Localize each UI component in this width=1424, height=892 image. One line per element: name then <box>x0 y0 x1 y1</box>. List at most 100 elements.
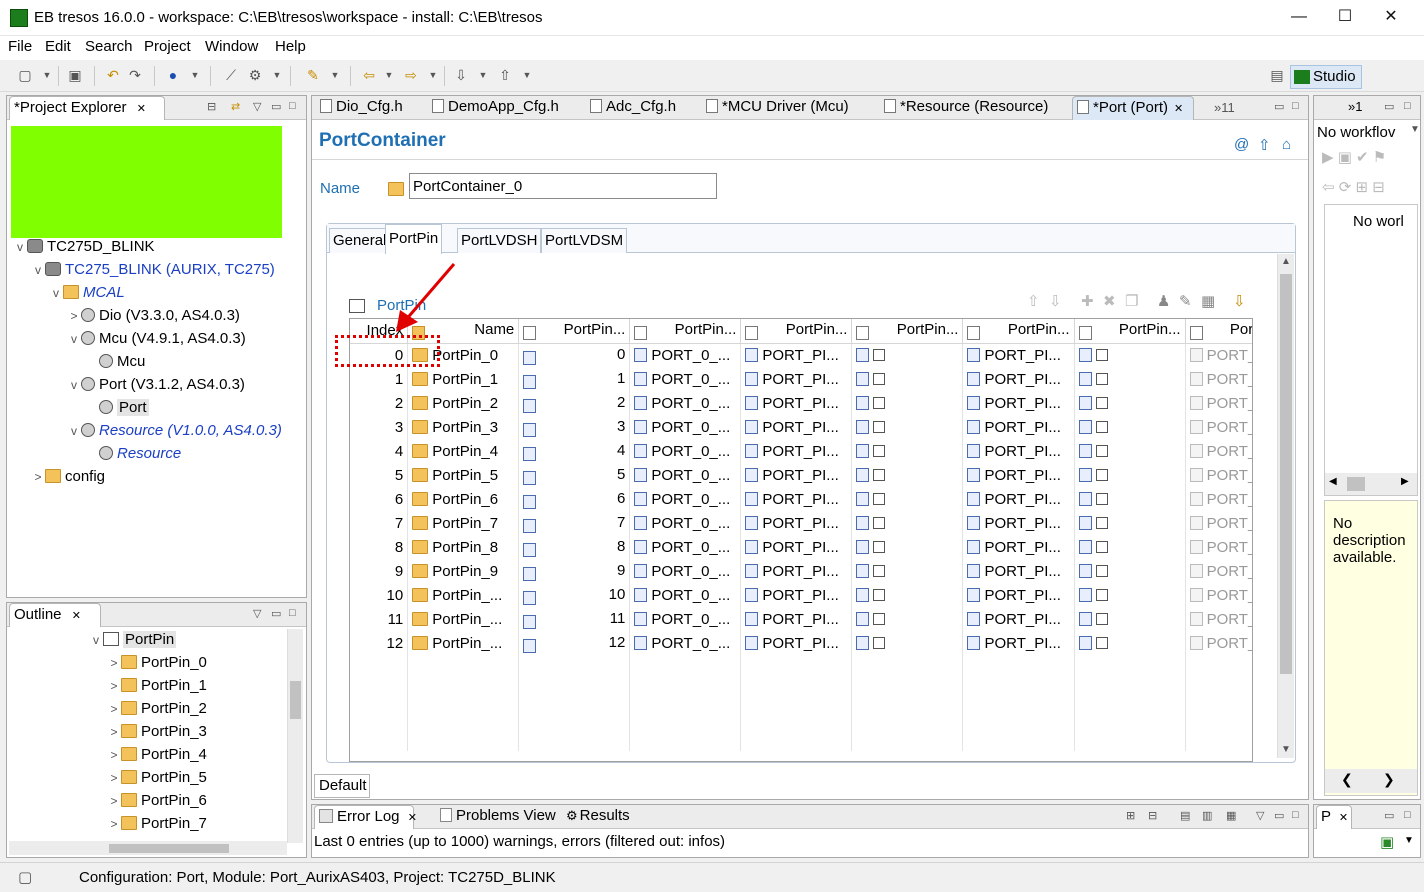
port-pi-cell[interactable]: PORT_PI... <box>962 439 1075 463</box>
pin-number-cell[interactable]: 2 <box>518 391 631 415</box>
maximize-view-icon[interactable]: □ <box>1292 100 1299 112</box>
minimize-view-icon[interactable]: ▭ <box>271 607 281 620</box>
port-pi-cell[interactable]: PORT_PI... <box>740 343 853 367</box>
port-cell[interactable]: PORT_0_... <box>629 343 742 367</box>
table-row[interactable]: 11 PortPin_... 11 PORT_0_... PORT_PI... PORT_… <box>350 607 1252 631</box>
port-pi-cell[interactable]: PORT_PI... <box>740 559 853 583</box>
link-editor-icon[interactable]: ⇄ <box>231 100 240 113</box>
tree-item[interactable]: > Dio (V3.3.0, AS4.0.3) <box>67 305 239 327</box>
port-pi-cell[interactable]: PORT_PI... <box>740 583 853 607</box>
maximize-button[interactable]: ☐ <box>1322 0 1368 34</box>
tree-item[interactable]: v Resource (V1.0.0, AS4.0.3) <box>67 420 282 442</box>
checkbox[interactable] <box>873 468 886 481</box>
tree-item[interactable]: v Mcu (V4.9.1, AS4.0.3) <box>67 328 246 350</box>
port-cell[interactable]: PORT_0_... <box>629 391 742 415</box>
dropdown-icon[interactable]: ▼ <box>380 66 398 84</box>
port-pi-cell[interactable]: PORT_PI... <box>740 463 853 487</box>
port-pi-cell[interactable]: PORT_PI... <box>740 535 853 559</box>
outline-item[interactable]: > PortPin_1 <box>107 675 206 697</box>
dropdown-icon[interactable]: ▼ <box>1410 124 1420 135</box>
wand-icon[interactable]: ⟋ <box>222 66 240 84</box>
outline-root[interactable]: v PortPin <box>89 629 177 651</box>
name-cell[interactable]: PortPin_... <box>407 607 520 631</box>
forward-arrow-icon[interactable]: ⇨ <box>402 66 420 84</box>
expanded-chevron-icon[interactable]: v <box>67 328 81 350</box>
pin-number-cell[interactable]: 9 <box>518 559 631 583</box>
expanded-chevron-icon[interactable]: v <box>31 259 45 281</box>
table-row[interactable]: 3 PortPin_3 3 PORT_0_... PORT_PI... PORT_PI..… <box>350 415 1252 439</box>
collapsed-chevron-icon[interactable]: > <box>67 305 81 327</box>
globe-icon[interactable]: ● <box>164 66 182 84</box>
bool-cell[interactable] <box>851 343 964 367</box>
view-menu-icon[interactable]: ▽ <box>253 607 261 620</box>
tree-item[interactable]: Port <box>85 397 149 419</box>
checkbox[interactable] <box>873 396 886 409</box>
tab-error-log[interactable]: Error Log ✕ <box>314 805 417 829</box>
user-icon[interactable]: ♟ <box>1157 292 1170 310</box>
nav-icons[interactable]: ⇦ ⟳ ⊞ ⊟ <box>1322 178 1385 196</box>
checkbox[interactable] <box>1095 564 1108 577</box>
collapse-all-icon[interactable]: ⊟ <box>207 100 216 113</box>
close-icon[interactable]: ✕ <box>1174 103 1183 115</box>
tab-overflow-right[interactable]: »1 <box>1344 96 1362 120</box>
workflow-hscrollbar[interactable]: ◀ ▶ <box>1325 473 1417 495</box>
table-row[interactable]: 4 PortPin_4 4 PORT_0_... PORT_PI... PORT_PI..… <box>350 439 1252 463</box>
pin-number-cell[interactable]: 7 <box>518 511 631 535</box>
dropdown-icon[interactable]: ▼ <box>1404 835 1414 846</box>
menu-search[interactable]: Search <box>85 38 133 55</box>
table-row[interactable]: 10 PortPin_... 10 PORT_0_... PORT_PI... PORT_… <box>350 583 1252 607</box>
outline-item[interactable]: > PortPin_7 <box>107 813 206 835</box>
home-icon[interactable]: ⌂ <box>1282 136 1291 153</box>
checkbox[interactable] <box>1095 468 1108 481</box>
checkbox[interactable] <box>873 516 886 529</box>
description-hscrollbar[interactable]: ❮ ❯ <box>1325 769 1417 793</box>
name-cell[interactable]: PortPin_6 <box>407 487 520 511</box>
port-pi-cell[interactable]: PORT_PI... <box>962 583 1075 607</box>
expanded-chevron-icon[interactable]: v <box>13 236 27 258</box>
pin-number-cell[interactable]: 5 <box>518 463 631 487</box>
editor-tab[interactable]: Dio_Cfg.h <box>316 96 403 120</box>
tree-item[interactable]: v TC275D_BLINK <box>13 236 155 258</box>
subtab-portpin[interactable]: PortPin <box>385 224 443 254</box>
port-pi-cell[interactable]: PORT_PI... <box>740 439 853 463</box>
table-row[interactable]: 0 PortPin_0 0 PORT_0_... PORT_PI... PORT_PI..… <box>350 343 1252 367</box>
collapsed-chevron-icon[interactable]: > <box>107 744 121 766</box>
bool-cell[interactable] <box>1074 391 1186 415</box>
outline-hscrollbar[interactable] <box>9 841 287 855</box>
move-down-icon[interactable]: ⇩ <box>1049 292 1062 310</box>
bool-cell[interactable] <box>1074 535 1186 559</box>
tree-item[interactable]: v Port (V3.1.2, AS4.0.3) <box>67 374 245 396</box>
table-row[interactable]: 2 PortPin_2 2 PORT_0_... PORT_PI... PORT_PI..… <box>350 391 1252 415</box>
port-pi-cell[interactable]: PORT_PI... <box>962 391 1075 415</box>
port-cell[interactable]: PORT_0_... <box>629 607 742 631</box>
checkbox[interactable] <box>873 612 886 625</box>
bool-cell[interactable] <box>851 415 964 439</box>
pin-number-cell[interactable]: 11 <box>518 607 631 631</box>
tab-outline[interactable]: Outline ✕ <box>9 603 101 627</box>
close-icon[interactable]: ✕ <box>408 812 417 824</box>
minimize-view-icon[interactable]: ▭ <box>1274 100 1284 113</box>
pin-number-cell[interactable]: 8 <box>518 535 631 559</box>
tree-item[interactable]: Mcu <box>85 351 145 373</box>
dropdown-icon[interactable]: ▼ <box>474 66 492 84</box>
collapsed-chevron-icon[interactable]: > <box>107 652 121 674</box>
menu-file[interactable]: File <box>8 38 32 55</box>
port-pi-cell[interactable]: PORT_PI... <box>740 487 853 511</box>
port-cell[interactable]: PORT_0_... <box>629 511 742 535</box>
pin-number-cell[interactable]: 1 <box>518 367 631 391</box>
bool-cell[interactable] <box>851 559 964 583</box>
close-icon[interactable]: ✕ <box>1339 812 1348 824</box>
pin-number-cell[interactable]: 12 <box>518 631 631 655</box>
pin-number-cell[interactable]: 6 <box>518 487 631 511</box>
maximize-view-icon[interactable]: □ <box>289 607 296 619</box>
bool-cell[interactable] <box>851 511 964 535</box>
table-row[interactable]: 7 PortPin_7 7 PORT_0_... PORT_PI... PORT_PI..… <box>350 511 1252 535</box>
minimize-view-icon[interactable]: ▭ <box>1274 809 1284 822</box>
menu-edit[interactable]: Edit <box>45 38 71 55</box>
subtab-portlvdsh[interactable]: PortLVDSH <box>457 228 542 253</box>
outline-item[interactable]: > PortPin_0 <box>107 652 206 674</box>
name-cell[interactable]: PortPin_3 <box>407 415 520 439</box>
import-log-icon[interactable]: ⊟ <box>1148 809 1157 822</box>
bool-cell[interactable] <box>851 583 964 607</box>
checkbox[interactable] <box>873 588 886 601</box>
